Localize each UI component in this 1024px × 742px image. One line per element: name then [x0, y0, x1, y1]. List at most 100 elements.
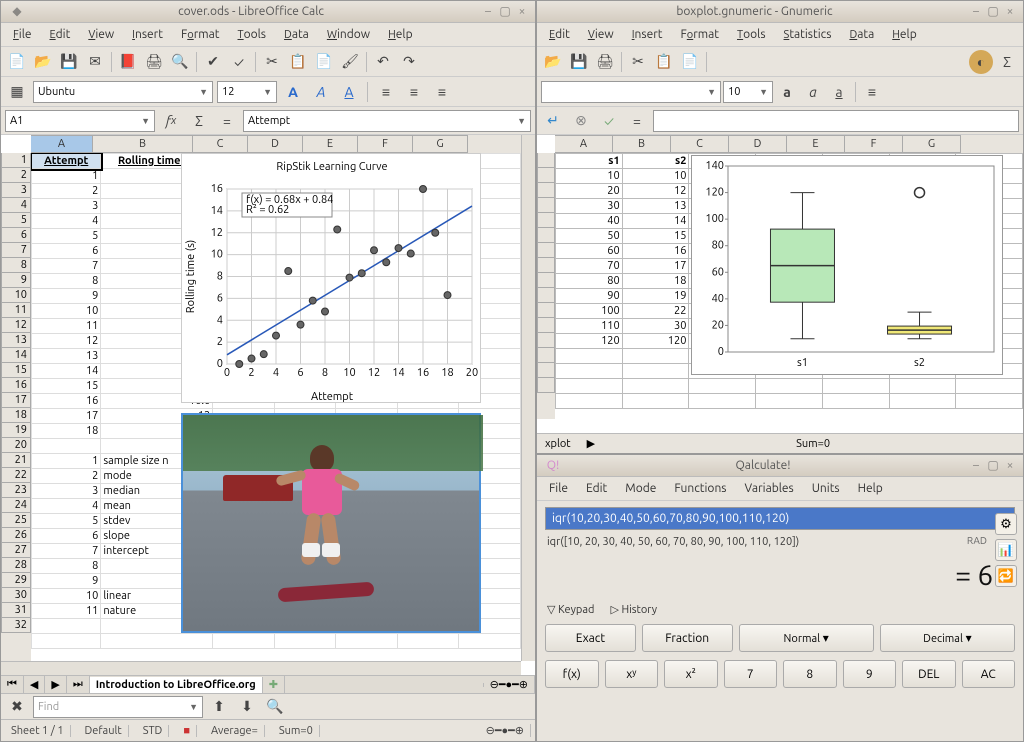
menu-format[interactable]: Format — [173, 25, 228, 44]
font-combo[interactable]: ▼ — [541, 81, 721, 103]
cell-input[interactable] — [653, 110, 1019, 132]
find-prev-icon[interactable]: ⬆ — [207, 695, 231, 719]
xy-button[interactable]: xʸ — [605, 660, 659, 688]
menu-insert[interactable]: Insert — [624, 25, 671, 44]
num-7-button[interactable]: 7 — [724, 660, 778, 688]
align-center-icon[interactable]: ≡ — [402, 80, 426, 104]
menu-help[interactable]: Help — [850, 479, 891, 498]
cell-content-input[interactable]: Attempt▼ — [243, 110, 531, 132]
chart-icon[interactable]: ◐ — [969, 50, 993, 74]
menu-format[interactable]: Format — [672, 25, 727, 44]
maximize-icon[interactable]: ▢ — [498, 5, 512, 19]
normal-combo[interactable]: Normal ▾ — [739, 624, 874, 652]
align-right-icon[interactable]: ≡ — [430, 80, 454, 104]
tab-nav-icon[interactable]: ▶ — [579, 437, 603, 450]
history-toggle[interactable]: ▷ History — [610, 603, 657, 616]
fontsize-combo[interactable]: 10▼ — [723, 81, 773, 103]
autospell-icon[interactable]: ✓ — [227, 50, 251, 74]
menu-file[interactable]: File — [541, 479, 576, 498]
tab-prev-icon[interactable]: ◀ — [24, 676, 45, 693]
print-icon[interactable]: 🖨 — [593, 50, 617, 74]
styles-icon[interactable]: ▦ — [5, 80, 29, 104]
menu-functions[interactable]: Functions — [666, 479, 734, 498]
vertical-scrollbar[interactable] — [521, 135, 535, 661]
decimal-combo[interactable]: Decimal ▾ — [880, 624, 1015, 652]
menu-insert[interactable]: Insert — [124, 25, 171, 44]
lo-sheet-area[interactable]: ABCDEFG 12345678910111213141516171819202… — [1, 135, 535, 675]
redo-icon[interactable]: ↷ — [397, 50, 421, 74]
bold-icon[interactable]: A — [281, 80, 305, 104]
brush-icon[interactable]: 🖌 — [338, 50, 362, 74]
boxplot-chart[interactable]: 020406080100120140s1s2 — [691, 155, 1003, 375]
save-icon[interactable]: 💾 — [567, 50, 591, 74]
spellcheck-icon[interactable]: ✔ — [201, 50, 225, 74]
keypad-toggle[interactable]: ▽ Keypad — [547, 603, 594, 616]
paste-icon[interactable]: 📄 — [678, 50, 702, 74]
find-input[interactable]: Find▼ — [33, 696, 203, 718]
menu-view[interactable]: View — [80, 25, 122, 44]
status-average[interactable]: Average= — [205, 725, 265, 737]
execute-icon[interactable]: ⚙ — [995, 513, 1017, 535]
align-left-icon[interactable]: ≡ — [374, 80, 398, 104]
menu-variables[interactable]: Variables — [737, 479, 802, 498]
gn-titlebar[interactable]: boxplot.gnumeric - Gnumeric – ▢ × — [537, 1, 1023, 23]
minimize-icon[interactable]: – — [969, 5, 983, 19]
zoom-slider[interactable]: ⊖━●━⊕ — [484, 676, 535, 693]
maximize-icon[interactable]: ▢ — [986, 459, 1000, 473]
num-9-button[interactable]: 9 — [843, 660, 897, 688]
fx-button[interactable]: f(x) — [545, 660, 599, 688]
menu-help[interactable]: Help — [884, 25, 924, 44]
menu-edit[interactable]: Edit — [578, 479, 615, 498]
menu-view[interactable]: View — [580, 25, 622, 44]
tab-next-icon[interactable]: ▶ — [45, 676, 66, 693]
equals-icon[interactable]: = — [625, 109, 649, 133]
cut-icon[interactable]: ✂ — [260, 50, 284, 74]
expression-input[interactable]: iqr(10,20,30,40,50,60,70,80,90,100,110,1… — [545, 507, 1015, 530]
underline-icon[interactable]: a — [827, 80, 851, 104]
find-options-icon[interactable]: 🔍 — [263, 695, 287, 719]
add-sheet-icon[interactable]: ✚ — [263, 676, 285, 693]
open-icon[interactable]: 📂 — [541, 50, 565, 74]
gn-status-sum[interactable]: Sum=0 — [603, 438, 1023, 450]
maximize-icon[interactable]: ▢ — [986, 5, 1000, 19]
lo-titlebar[interactable]: ◆ cover.ods - LibreOffice Calc – ▢ × — [1, 1, 535, 23]
undo-icon[interactable]: ↶ — [371, 50, 395, 74]
open-icon[interactable]: 📂 — [31, 50, 55, 74]
font-name-combo[interactable]: Ubuntu▼ — [33, 81, 213, 103]
italic-icon[interactable]: a — [801, 80, 825, 104]
gn-tab-name[interactable]: xplot — [537, 438, 579, 450]
close-icon[interactable]: × — [1003, 459, 1017, 473]
bold-icon[interactable]: a — [775, 80, 799, 104]
accept-icon[interactable]: ✓ — [597, 109, 621, 133]
close-icon[interactable]: × — [515, 5, 529, 19]
menu-file[interactable]: File — [5, 25, 39, 44]
italic-icon[interactable]: A — [309, 80, 333, 104]
cancel-icon[interactable]: ⊗ — [569, 109, 593, 133]
menu-edit[interactable]: Edit — [541, 25, 578, 44]
status-sum[interactable]: Sum=0 — [273, 725, 320, 737]
find-next-icon[interactable]: ⬇ — [235, 695, 259, 719]
font-size-combo[interactable]: 12▼ — [217, 81, 277, 103]
convert-icon[interactable]: 🔁 — [995, 565, 1017, 587]
num-8-button[interactable]: 8 — [783, 660, 837, 688]
align-icon[interactable]: ≡ — [860, 80, 884, 104]
menu-statistics[interactable]: Statistics — [776, 25, 840, 44]
preview-icon[interactable]: 🔍 — [168, 50, 192, 74]
sum-icon[interactable]: Σ — [187, 109, 211, 133]
lo-column-headers[interactable]: ABCDEFG — [31, 135, 521, 153]
copy-icon[interactable]: 📋 — [652, 50, 676, 74]
zoom-slider-status[interactable]: ⊖━●━⊕ — [480, 724, 531, 737]
fx-icon[interactable]: fx — [159, 109, 183, 133]
menu-help[interactable]: Help — [380, 25, 420, 44]
goto-icon[interactable]: ↵ — [541, 109, 565, 133]
menu-units[interactable]: Units — [804, 479, 848, 498]
menu-data[interactable]: Data — [276, 25, 317, 44]
sheet-tab-active[interactable]: Introduction to LibreOffice.org — [90, 677, 263, 693]
close-icon[interactable]: × — [1003, 5, 1017, 19]
menu-tools[interactable]: Tools — [230, 25, 275, 44]
pdf-icon[interactable]: 📕 — [116, 50, 140, 74]
scatter-chart[interactable]: RipStik Learning Curve024681012141618200… — [181, 153, 481, 403]
menu-edit[interactable]: Edit — [41, 25, 78, 44]
new-icon[interactable]: 📄 — [5, 50, 29, 74]
find-close-icon[interactable]: ✖ — [5, 695, 29, 719]
